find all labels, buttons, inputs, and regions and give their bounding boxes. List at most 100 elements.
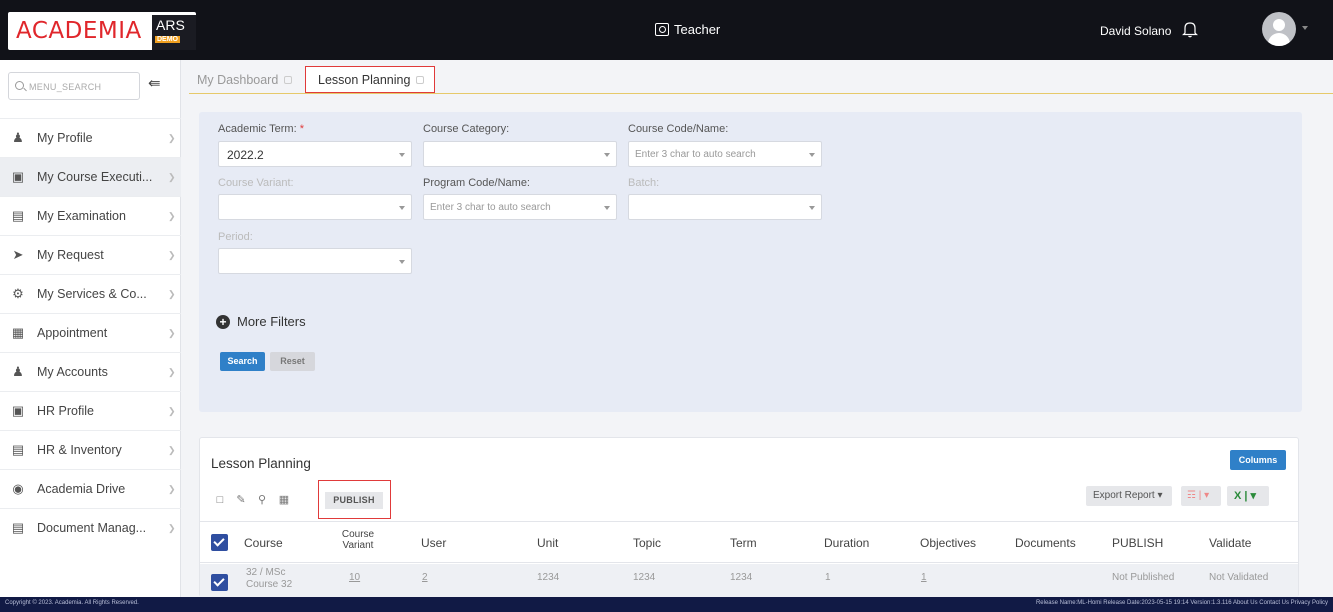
close-icon[interactable] bbox=[416, 75, 425, 84]
course-icon: ▣ bbox=[11, 169, 25, 184]
select-all-checkbox[interactable] bbox=[211, 534, 228, 551]
export-report-label: Export Report bbox=[1093, 490, 1155, 501]
col-term[interactable]: Term bbox=[730, 536, 757, 550]
cell-course: 32 / MSc bbox=[246, 567, 286, 578]
chevron-right-icon: ❯ bbox=[168, 250, 176, 260]
sidebar-item-my-course-execution[interactable]: ▣ My Course Executi... ❯ bbox=[0, 157, 181, 196]
view-icon[interactable]: ⚲ bbox=[254, 492, 270, 508]
sidebar-item-my-services[interactable]: ⚙ My Services & Co... ❯ bbox=[0, 274, 181, 313]
close-icon[interactable] bbox=[284, 75, 293, 84]
send-icon: ➤ bbox=[12, 247, 24, 262]
accounts-icon: ♟ bbox=[12, 364, 24, 379]
footer: Copyright © 2023. Academia. All Rights R… bbox=[0, 597, 1333, 612]
col-publish[interactable]: PUBLISH bbox=[1112, 536, 1163, 550]
course-code-placeholder: Enter 3 char to auto search bbox=[635, 149, 756, 160]
chevron-right-icon: ❯ bbox=[168, 172, 176, 182]
plus-circle-icon: + bbox=[216, 314, 230, 329]
sidebar-item-academia-drive[interactable]: ◉ Academia Drive ❯ bbox=[0, 469, 181, 508]
columns-button[interactable]: Columns bbox=[1230, 450, 1286, 470]
calendar-icon: ▦ bbox=[11, 325, 25, 340]
role-switcher[interactable]: Teacher bbox=[655, 22, 720, 37]
cell-user-link[interactable]: 2 bbox=[422, 572, 428, 583]
cell-term: 1234 bbox=[730, 572, 753, 583]
chevron-down-icon[interactable] bbox=[1302, 26, 1308, 30]
sidebar-item-document-management[interactable]: ▤ Document Manag... ❯ bbox=[0, 508, 181, 547]
chevron-down-icon bbox=[809, 153, 815, 157]
role-label: Teacher bbox=[674, 22, 721, 37]
cell-topic: 1234 bbox=[633, 572, 656, 583]
excel-export-icon[interactable]: X | ▾ bbox=[1227, 486, 1269, 506]
batch-select[interactable] bbox=[628, 194, 822, 220]
collapse-menu-icon[interactable]: ⇚ bbox=[148, 76, 166, 92]
academia-logo[interactable]: ACADEMIA ARS DEMO bbox=[8, 12, 196, 50]
export-report-button[interactable]: Export Report ▾ bbox=[1086, 486, 1172, 506]
sidebar-item-label: My Request bbox=[37, 248, 104, 262]
username[interactable]: David Solano bbox=[1100, 24, 1171, 38]
chevron-down-icon bbox=[604, 153, 610, 157]
sidebar: MENU_SEARCH ⇚ ♟ My Profile ❯ ▣ My Course… bbox=[0, 60, 181, 597]
tab-lesson-planning[interactable]: Lesson Planning bbox=[305, 66, 435, 93]
sidebar-item-hr-profile[interactable]: ▣ HR Profile ❯ bbox=[0, 391, 181, 430]
menu-search-input[interactable]: MENU_SEARCH bbox=[8, 72, 140, 100]
col-topic[interactable]: Topic bbox=[633, 536, 661, 550]
cell-course-variant-link[interactable]: 10 bbox=[349, 572, 360, 583]
sidebar-item-my-request[interactable]: ➤ My Request ❯ bbox=[0, 235, 181, 274]
release-info: Release Name:ML-Homi Release Date:2023-0… bbox=[1035, 600, 1328, 606]
edit-icon[interactable]: ✎ bbox=[233, 492, 249, 508]
publish-button[interactable]: PUBLISH bbox=[318, 480, 391, 519]
course-category-select[interactable] bbox=[423, 141, 617, 167]
col-course[interactable]: Course bbox=[244, 536, 283, 550]
more-filters-toggle[interactable]: + More Filters bbox=[216, 314, 306, 329]
program-code-select[interactable]: Enter 3 char to auto search bbox=[423, 194, 617, 220]
exam-icon: ▤ bbox=[11, 208, 25, 223]
col-course-variant[interactable]: Course Variant bbox=[326, 529, 390, 551]
delete-icon[interactable]: ▦ bbox=[276, 492, 292, 508]
course-variant-label: Course Variant: bbox=[218, 177, 294, 189]
col-validate[interactable]: Validate bbox=[1209, 536, 1251, 550]
search-button[interactable]: Search bbox=[220, 352, 265, 371]
col-unit[interactable]: Unit bbox=[537, 536, 558, 550]
academic-term-select[interactable]: 2022.2 bbox=[218, 141, 412, 167]
top-bar: ACADEMIA ARS DEMO Teacher David Solano bbox=[0, 0, 1333, 60]
sidebar-item-hr-inventory[interactable]: ▤ HR & Inventory ❯ bbox=[0, 430, 181, 469]
period-select[interactable] bbox=[218, 248, 412, 274]
col-objectives[interactable]: Objectives bbox=[920, 536, 976, 550]
col-documents[interactable]: Documents bbox=[1015, 536, 1076, 550]
program-code-placeholder: Enter 3 char to auto search bbox=[430, 202, 551, 213]
academic-term-value: 2022.2 bbox=[227, 148, 264, 162]
search-icon bbox=[15, 81, 24, 90]
tab-label: My Dashboard bbox=[197, 72, 279, 87]
sidebar-item-appointment[interactable]: ▦ Appointment ❯ bbox=[0, 313, 181, 352]
col-user[interactable]: User bbox=[421, 536, 446, 550]
row-checkbox[interactable] bbox=[211, 574, 228, 591]
add-icon[interactable]: □ bbox=[212, 492, 228, 508]
sidebar-item-label: My Examination bbox=[37, 209, 126, 223]
chevron-right-icon: ❯ bbox=[168, 406, 176, 416]
hr-inventory-icon: ▤ bbox=[11, 442, 25, 457]
course-variant-select[interactable] bbox=[218, 194, 412, 220]
chevron-down-icon bbox=[399, 206, 405, 210]
tab-bar: My Dashboard Lesson Planning bbox=[189, 66, 1333, 94]
chevron-down-icon bbox=[809, 206, 815, 210]
table-row[interactable]: 32 / MSc Course 32 10 2 1234 1234 1234 1… bbox=[200, 564, 1298, 598]
sidebar-item-my-examination[interactable]: ▤ My Examination ❯ bbox=[0, 196, 181, 235]
bell-icon[interactable] bbox=[1182, 20, 1198, 38]
sidebar-menu: ♟ My Profile ❯ ▣ My Course Executi... ❯ … bbox=[0, 118, 181, 547]
col-duration[interactable]: Duration bbox=[824, 536, 869, 550]
sidebar-item-my-profile[interactable]: ♟ My Profile ❯ bbox=[0, 118, 181, 157]
avatar[interactable] bbox=[1262, 12, 1296, 46]
drive-icon: ◉ bbox=[12, 481, 24, 496]
pdf-export-icon[interactable]: ☶ | ▾ bbox=[1181, 486, 1221, 506]
sidebar-item-label: HR Profile bbox=[37, 404, 94, 418]
sidebar-item-label: HR & Inventory bbox=[37, 443, 122, 457]
chevron-right-icon: ❯ bbox=[168, 289, 176, 299]
reset-button[interactable]: Reset bbox=[270, 352, 315, 371]
course-code-select[interactable]: Enter 3 char to auto search bbox=[628, 141, 822, 167]
sidebar-item-my-accounts[interactable]: ♟ My Accounts ❯ bbox=[0, 352, 181, 391]
chevron-right-icon: ❯ bbox=[168, 484, 176, 494]
sidebar-item-label: My Services & Co... bbox=[37, 287, 147, 301]
tab-my-dashboard[interactable]: My Dashboard bbox=[197, 66, 293, 93]
chevron-right-icon: ❯ bbox=[168, 211, 176, 221]
cell-duration: 1 bbox=[825, 572, 831, 583]
cell-objectives-link[interactable]: 1 bbox=[921, 572, 927, 583]
